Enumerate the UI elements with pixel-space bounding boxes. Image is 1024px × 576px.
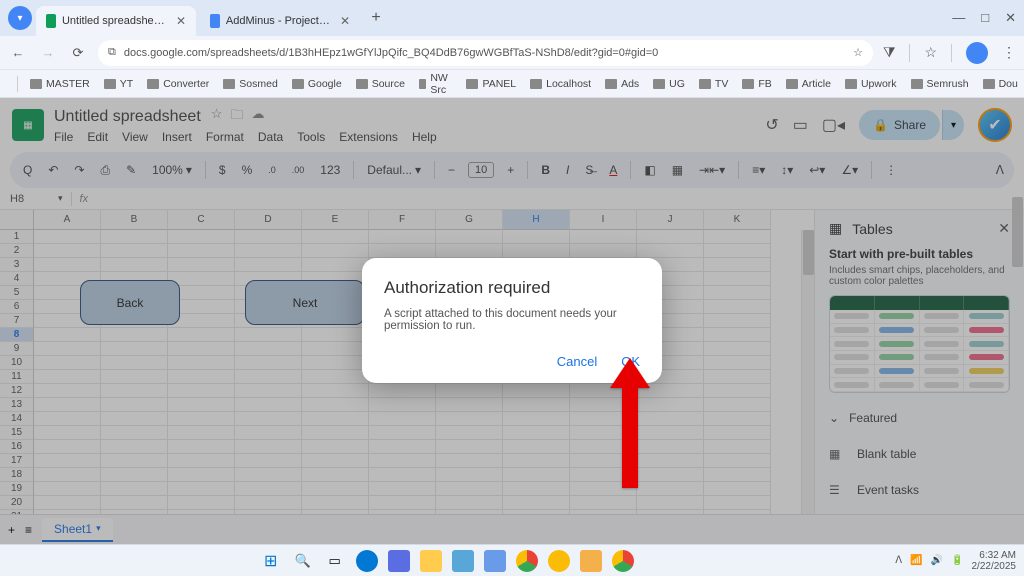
- chrome-icon[interactable]: [516, 550, 538, 572]
- bookmark-folder[interactable]: TV: [694, 76, 733, 92]
- bookmark-folder[interactable]: Localhost: [525, 76, 596, 92]
- volume-icon[interactable]: 🔊: [931, 555, 943, 566]
- chrome-menu-icon[interactable]: ⋮: [1002, 44, 1016, 61]
- browser-tab[interactable]: AddMinus - Project Editor - Ap ✕: [200, 6, 360, 36]
- battery-icon[interactable]: 🔋: [951, 555, 963, 566]
- sheets-app: ▦ Untitled spreadsheet ☆ 🗀 ☁ File Edit V…: [0, 98, 1024, 544]
- app-icon[interactable]: [580, 550, 602, 572]
- folder-icon: [147, 79, 159, 89]
- ok-button[interactable]: OK: [621, 354, 640, 369]
- profile-avatar[interactable]: [966, 42, 988, 64]
- bookmark-folder[interactable]: PANEL: [461, 76, 521, 92]
- folder-icon: [530, 79, 542, 89]
- clock[interactable]: 6:32 AM 2/22/2025: [971, 550, 1016, 572]
- folder-icon: [605, 79, 617, 89]
- folder-icon: [742, 79, 754, 89]
- folder-icon: [983, 79, 995, 89]
- browser-tab-active[interactable]: Untitled spreadsheet - Google ✕: [36, 6, 196, 36]
- folder-icon: [786, 79, 798, 89]
- folder-icon: [699, 79, 711, 89]
- bookmark-folder[interactable]: YT: [99, 76, 138, 92]
- favorite-icon[interactable]: ☆: [924, 44, 937, 61]
- extensions-icon[interactable]: ⧩: [883, 44, 896, 61]
- folder-icon: [356, 79, 368, 89]
- modal-overlay: Authorization required A script attached…: [0, 98, 1024, 544]
- bookmark-folder[interactable]: Article: [781, 76, 836, 92]
- bookmark-folder[interactable]: FB: [737, 76, 776, 92]
- minimize-icon[interactable]: —: [952, 10, 965, 26]
- tab-search-button[interactable]: ▾: [8, 6, 32, 30]
- bookmark-folder[interactable]: Upwork: [840, 76, 902, 92]
- bookmark-folder[interactable]: UG: [648, 76, 690, 92]
- folder-icon: [911, 79, 923, 89]
- tray-chevron-icon[interactable]: ᐱ: [895, 555, 902, 566]
- tab-title: Untitled spreadsheet - Google: [62, 15, 166, 27]
- folder-icon: [223, 79, 235, 89]
- bookmark-folder[interactable]: Semrush: [906, 76, 974, 92]
- bookmarks-bar: MASTER YT Converter Sosmed Google Source…: [0, 70, 1024, 98]
- chrome-icon[interactable]: [612, 550, 634, 572]
- chrome-canary-icon[interactable]: [548, 550, 570, 572]
- forward-icon[interactable]: →: [38, 45, 58, 60]
- close-window-icon[interactable]: ✕: [1005, 10, 1016, 26]
- folder-icon: [104, 79, 116, 89]
- bookmark-folder[interactable]: NW Src: [414, 70, 458, 98]
- apps-favicon: [210, 14, 220, 28]
- maximize-icon[interactable]: □: [981, 10, 989, 26]
- bookmark-folder[interactable]: MASTER: [25, 76, 95, 92]
- bookmark-folder[interactable]: Sosmed: [218, 76, 283, 92]
- start-button[interactable]: ⊞: [260, 550, 282, 572]
- bookmark-folder[interactable]: Source: [351, 76, 410, 92]
- task-view-icon[interactable]: ▭: [324, 550, 346, 572]
- bookmark-folder[interactable]: Converter: [142, 76, 214, 92]
- address-bar: ← → ⟳ ⧉ docs.google.com/spreadsheets/d/1…: [0, 36, 1024, 70]
- bookmark-folder[interactable]: Dou: [978, 76, 1023, 92]
- wifi-icon[interactable]: 📶: [910, 555, 922, 566]
- url-field[interactable]: ⧉ docs.google.com/spreadsheets/d/1B3hHEp…: [98, 40, 873, 66]
- folder-icon: [845, 79, 857, 89]
- folder-icon: [292, 79, 304, 89]
- bookmark-folder[interactable]: Google: [287, 76, 347, 92]
- app-icon[interactable]: [356, 550, 378, 572]
- bookmark-star-icon[interactable]: ☆: [853, 46, 863, 59]
- sheets-favicon: [46, 14, 56, 28]
- folder-icon: [419, 79, 426, 89]
- chrome-tab-strip: ▾ Untitled spreadsheet - Google ✕ AddMin…: [0, 0, 1024, 36]
- back-icon[interactable]: ←: [8, 45, 28, 60]
- close-tab-icon[interactable]: ✕: [176, 14, 186, 28]
- reload-icon[interactable]: ⟳: [68, 45, 88, 61]
- close-tab-icon[interactable]: ✕: [340, 14, 350, 28]
- authorization-dialog: Authorization required A script attached…: [362, 258, 662, 383]
- app-icon[interactable]: [452, 550, 474, 572]
- apps-grid-icon[interactable]: [8, 77, 10, 91]
- window-controls: — □ ✕: [952, 10, 1016, 26]
- folder-icon: [466, 79, 478, 89]
- app-icon[interactable]: [388, 550, 410, 572]
- app-icon[interactable]: [484, 550, 506, 572]
- explorer-icon[interactable]: [420, 550, 442, 572]
- bookmark-folder[interactable]: Ads: [600, 76, 644, 92]
- folder-icon: [653, 79, 665, 89]
- dialog-title: Authorization required: [384, 278, 640, 298]
- windows-taskbar: ⊞ 🔍 ▭ ᐱ 📶 🔊 🔋 6:32 AM 2/22/2025: [0, 544, 1024, 576]
- folder-icon: [30, 79, 42, 89]
- url-text: docs.google.com/spreadsheets/d/1B3hHEpz1…: [124, 47, 658, 59]
- new-tab-button[interactable]: +: [364, 6, 388, 30]
- tab-title: AddMinus - Project Editor - Ap: [226, 15, 330, 27]
- dialog-body: A script attached to this document needs…: [384, 308, 640, 332]
- cancel-button[interactable]: Cancel: [557, 354, 597, 369]
- search-icon[interactable]: 🔍: [292, 550, 314, 572]
- site-info-icon[interactable]: ⧉: [108, 46, 116, 59]
